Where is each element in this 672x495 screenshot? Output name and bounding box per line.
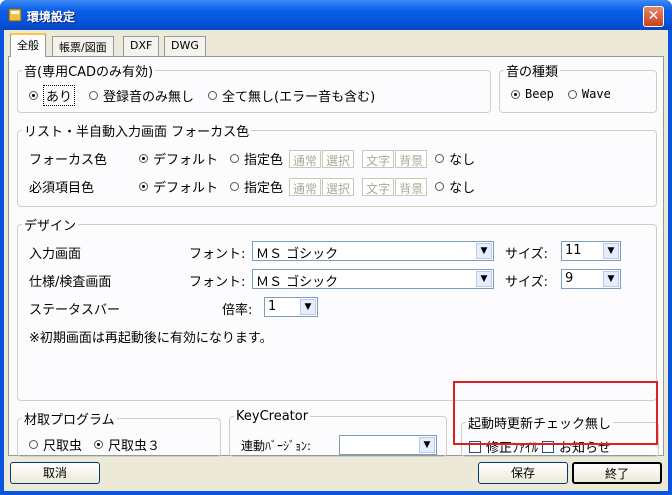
focus-label: フォーカス色 bbox=[29, 153, 108, 168]
status-bar-row: ステータスバー 倍率: bbox=[29, 299, 252, 318]
chevron-down-icon[interactable]: ▼ bbox=[603, 243, 619, 259]
title-bar[interactable]: 環境設定 ✕ bbox=[0, 0, 672, 30]
measuring-worm3-radio[interactable] bbox=[94, 440, 104, 449]
required-text-button[interactable]: 文字 bbox=[362, 177, 395, 196]
tab-general[interactable]: 全般 bbox=[10, 33, 46, 57]
focus-bg-button[interactable]: 背景 bbox=[395, 149, 428, 168]
input-size-label: サイズ: bbox=[505, 247, 548, 262]
focus-default-label[interactable]: デフォルト bbox=[153, 149, 218, 168]
required-bg-button[interactable]: 背景 bbox=[395, 177, 428, 196]
wave-radio[interactable] bbox=[567, 89, 577, 99]
finish-button[interactable]: 終了 bbox=[572, 462, 662, 484]
sound-registered-off-radio[interactable] bbox=[89, 91, 99, 100]
spec-size-value: 9 bbox=[565, 271, 574, 286]
required-label: 必須項目色 bbox=[29, 181, 95, 196]
zoom-label: 倍率: bbox=[222, 303, 253, 318]
tab-forms[interactable]: 帳票/図面 bbox=[52, 36, 114, 56]
tab-dxf[interactable]: DXF bbox=[123, 36, 160, 56]
spec-screen-label: 仕様/検査画面 bbox=[29, 275, 112, 290]
input-screen-row: 入力画面 フォント: bbox=[29, 243, 245, 262]
sound-options: あり 登録音のみ無し 全て無し(エラー音も含む) bbox=[29, 85, 375, 106]
required-specified-label[interactable]: 指定色 bbox=[244, 177, 283, 196]
chevron-down-icon[interactable]: ▼ bbox=[300, 299, 316, 315]
keycreator-legend: KeyCreator bbox=[236, 409, 309, 424]
focus-row: フォーカス色 デフォルト 指定色 通常 選択 文字 背景 なし bbox=[29, 149, 475, 168]
focus-none-label[interactable]: なし bbox=[449, 149, 475, 168]
update-check-highlight bbox=[453, 381, 658, 445]
measuring-worm3-label[interactable]: 尺取虫３ bbox=[108, 435, 160, 454]
spec-size-label: サイズ: bbox=[505, 275, 548, 290]
tab-panel-general: 音(専用CADのみ有効) あり 登録音のみ無し 全て無し(エラー音も含む) 音の… bbox=[8, 56, 664, 457]
spec-font-select[interactable]: ＭＳ ゴシック ▼ bbox=[252, 269, 494, 290]
material-legend: 材取プログラム bbox=[24, 413, 115, 428]
input-size-select[interactable]: 11 ▼ bbox=[561, 241, 621, 261]
measuring-worm-label[interactable]: 尺取虫 bbox=[43, 435, 82, 454]
chevron-down-icon[interactable]: ▼ bbox=[476, 271, 492, 287]
app-icon bbox=[8, 8, 22, 22]
chevron-down-icon[interactable]: ▼ bbox=[419, 437, 435, 453]
required-row: 必須項目色 デフォルト 指定色 通常 選択 文字 背景 なし bbox=[29, 177, 475, 196]
beep-radio[interactable] bbox=[511, 89, 520, 99]
keycreator-row: 連動ﾊﾞｰｼﾞｮﾝ: bbox=[241, 437, 311, 454]
zoom-value: 1 bbox=[268, 299, 277, 314]
wave-label[interactable]: Wave bbox=[582, 87, 611, 101]
window-title: 環境設定 bbox=[27, 10, 76, 24]
required-select-button[interactable]: 選択 bbox=[322, 177, 355, 196]
sound-registered-off-label[interactable]: 登録音のみ無し bbox=[103, 86, 194, 105]
sound-legend: 音(専用CADのみ有効) bbox=[24, 65, 154, 80]
focus-specified-radio[interactable] bbox=[230, 154, 240, 163]
sound-type-options: Beep Wave bbox=[511, 87, 611, 101]
tab-dwg[interactable]: DWG bbox=[164, 36, 206, 56]
design-legend: デザイン bbox=[24, 219, 77, 234]
focus-default-radio[interactable] bbox=[139, 154, 148, 163]
dialog-client: 全般 帳票/図面 DXF DWG 音(専用CADのみ有効) あり 登録音のみ無し… bbox=[4, 30, 668, 491]
input-size-label-wrap: サイズ: bbox=[505, 243, 548, 262]
design-note: ※初期画面は再起動後に有効になります。 bbox=[29, 327, 273, 346]
required-normal-button[interactable]: 通常 bbox=[289, 177, 322, 196]
spec-font-label: フォント: bbox=[189, 275, 246, 290]
spec-size-select[interactable]: 9 ▼ bbox=[561, 269, 621, 289]
zoom-select[interactable]: 1 ▼ bbox=[264, 297, 318, 317]
required-none-radio[interactable] bbox=[435, 182, 445, 191]
focus-select-button[interactable]: 選択 bbox=[322, 149, 355, 168]
required-specified-radio[interactable] bbox=[230, 182, 240, 191]
required-none-label[interactable]: なし bbox=[449, 177, 475, 196]
sound-all-off-radio[interactable] bbox=[208, 91, 218, 100]
beep-label[interactable]: Beep bbox=[525, 87, 554, 101]
sound-all-off-label[interactable]: 全て無し(エラー音も含む) bbox=[222, 86, 375, 105]
required-default-label[interactable]: デフォルト bbox=[153, 177, 218, 196]
keycreator-label: 連動ﾊﾞｰｼﾞｮﾝ: bbox=[241, 439, 312, 453]
spec-size-label-wrap: サイズ: bbox=[505, 271, 548, 290]
sound-on-radio[interactable] bbox=[29, 91, 38, 100]
input-font-label: フォント: bbox=[189, 247, 246, 262]
sound-on-label[interactable]: あり bbox=[43, 85, 76, 106]
focus-text-button[interactable]: 文字 bbox=[362, 149, 395, 168]
input-font-select[interactable]: ＭＳ ゴシック ▼ bbox=[252, 241, 494, 262]
focus-specified-label[interactable]: 指定色 bbox=[244, 149, 283, 168]
focus-color-legend: リスト・半自動入力画面 フォーカス色 bbox=[24, 125, 250, 140]
input-screen-label: 入力画面 bbox=[29, 247, 82, 262]
chevron-down-icon[interactable]: ▼ bbox=[476, 243, 492, 259]
spec-font-value: ＭＳ ゴシック bbox=[256, 275, 339, 290]
cancel-button[interactable]: 取消 bbox=[10, 462, 100, 484]
keycreator-version-select[interactable]: ▼ bbox=[339, 435, 437, 455]
spec-screen-row: 仕様/検査画面 フォント: bbox=[29, 271, 245, 290]
focus-none-radio[interactable] bbox=[435, 154, 445, 163]
input-size-value: 11 bbox=[565, 243, 582, 258]
chevron-down-icon[interactable]: ▼ bbox=[603, 271, 619, 287]
input-font-value: ＭＳ ゴシック bbox=[256, 247, 339, 262]
design-note-text: ※初期画面は再起動後に有効になります。 bbox=[29, 331, 273, 346]
required-default-radio[interactable] bbox=[139, 182, 148, 191]
close-icon[interactable]: ✕ bbox=[643, 6, 664, 27]
save-button[interactable]: 保存 bbox=[478, 462, 568, 484]
focus-normal-button[interactable]: 通常 bbox=[289, 149, 322, 168]
measuring-worm-radio[interactable] bbox=[29, 440, 38, 449]
material-options: 尺取虫 尺取虫３ bbox=[29, 435, 160, 454]
status-bar-label: ステータスバー bbox=[29, 303, 121, 318]
sound-type-legend: 音の種類 bbox=[506, 65, 559, 80]
dialog-window: 環境設定 ✕ 全般 帳票/図面 DXF DWG 音(専用CADのみ有効) あり … bbox=[0, 0, 672, 495]
